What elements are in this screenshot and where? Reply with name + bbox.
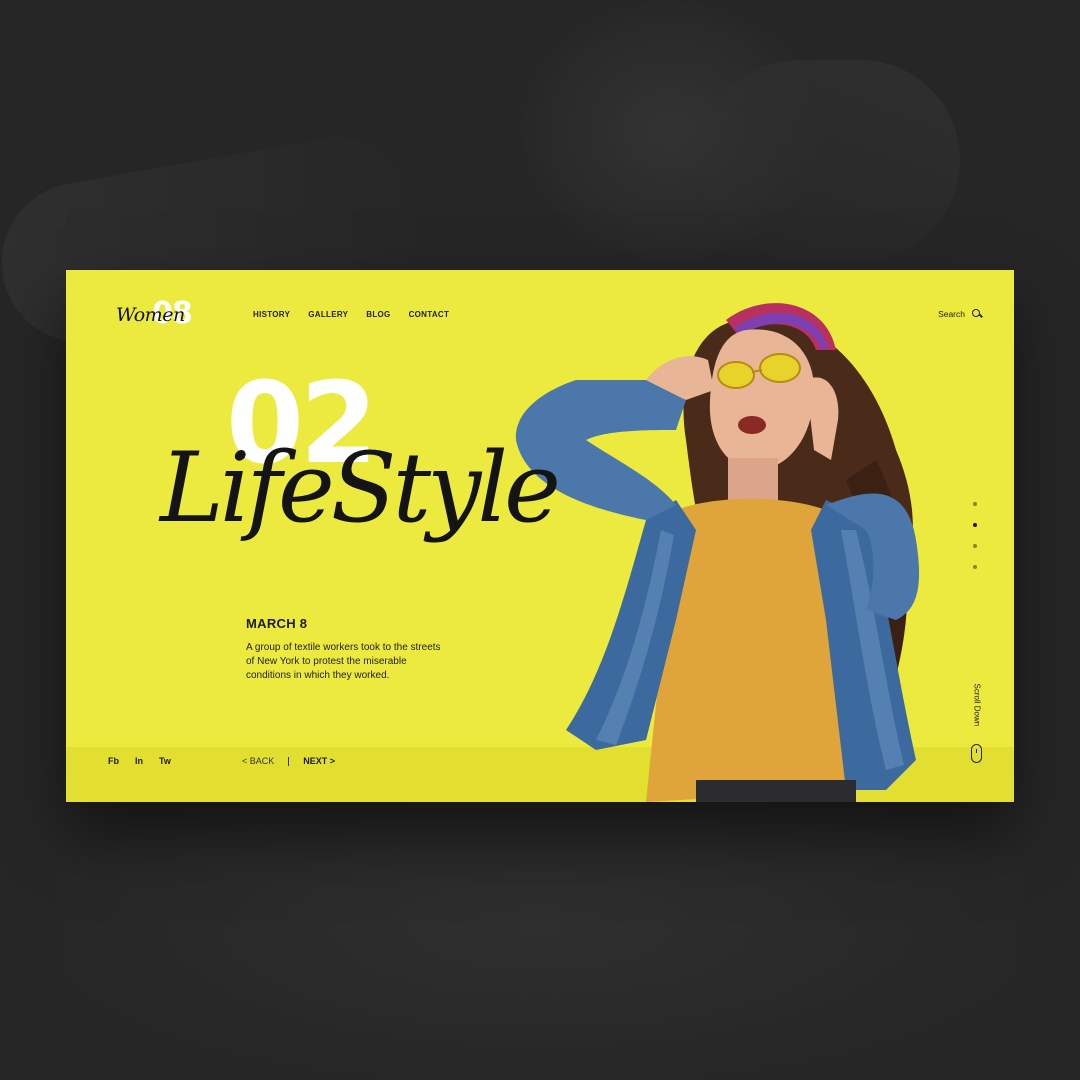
sunglasses-lens [717, 361, 755, 389]
slide-dot-active[interactable] [973, 523, 977, 527]
brand-logo[interactable]: 08 Women [116, 296, 206, 336]
slide-dot[interactable] [973, 502, 977, 506]
social-link-facebook[interactable]: Fb [108, 756, 119, 766]
main-nav: HISTORY GALLERY BLOG CONTACT [253, 310, 467, 319]
mouse-icon [971, 744, 982, 763]
jeans-shape [696, 780, 856, 802]
slide-dots [973, 502, 977, 586]
nav-item-gallery[interactable]: GALLERY [308, 310, 348, 319]
social-links: Fb In Tw [108, 756, 171, 766]
social-link-twitter[interactable]: Tw [159, 756, 171, 766]
search-icon [972, 309, 982, 319]
background-arm-shape [700, 60, 960, 260]
model-photo [515, 303, 920, 802]
sunglasses-lens [759, 353, 801, 383]
back-button[interactable]: < BACK [242, 756, 274, 766]
hero-title: LifeStyle [160, 432, 561, 544]
nav-item-contact[interactable]: CONTACT [409, 310, 450, 319]
scroll-label: Scroll Down [972, 683, 982, 727]
slide-dot[interactable] [973, 565, 977, 569]
social-link-linkedin[interactable]: In [135, 756, 143, 766]
slide-pager: < BACK NEXT > [242, 756, 335, 766]
search-label: Search [938, 309, 965, 319]
mouth-shape [738, 416, 766, 434]
background-body-shape [60, 780, 1020, 1080]
next-button[interactable]: NEXT > [303, 756, 335, 766]
hero-card: 08 Women HISTORY GALLERY BLOG CONTACT Se… [66, 270, 1014, 802]
nav-item-blog[interactable]: BLOG [366, 310, 390, 319]
hero-date: MARCH 8 [246, 616, 308, 631]
nav-item-history[interactable]: HISTORY [253, 310, 290, 319]
logo-wordmark: Women [116, 304, 185, 326]
hero-description: A group of textile workers took to the s… [246, 642, 441, 681]
pager-divider [288, 756, 290, 766]
search-button[interactable]: Search [938, 309, 982, 319]
slide-dot[interactable] [973, 544, 977, 548]
